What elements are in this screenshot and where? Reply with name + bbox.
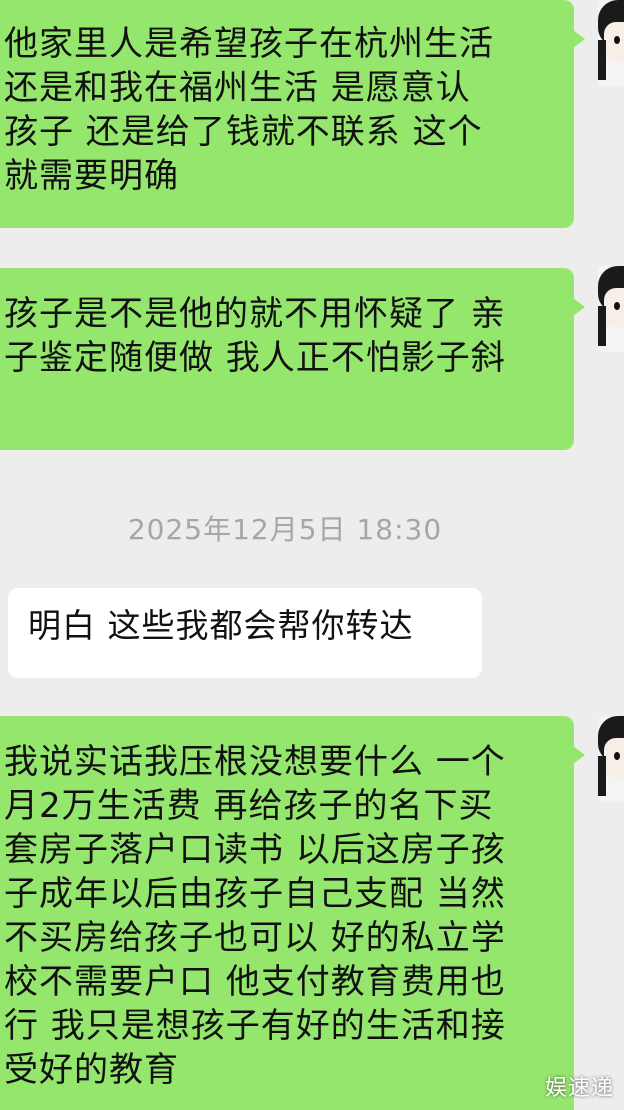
message-line: 校不需要户口 他支付教育费用也 <box>4 962 506 1002</box>
message-bubble-incoming[interactable]: 明白 这些我都会帮你转达 <box>8 588 482 678</box>
message-line: 就需要明确 <box>4 156 179 196</box>
avatar[interactable] <box>598 266 624 352</box>
message-line: 孩子 还是给了钱就不联系 这个 <box>4 112 483 152</box>
avatar[interactable] <box>598 0 624 86</box>
message-line: 我说实话我压根没想要什么 一个 <box>4 742 506 782</box>
message-line: 行 我只是想孩子有好的生活和接 <box>4 1006 506 1046</box>
message-line: 还是和我在福州生活 是愿意认 <box>4 68 471 108</box>
bubble-tail <box>573 746 585 764</box>
message-line: 子鉴定随便做 我人正不怕影子斜 <box>4 338 506 378</box>
message-line: 套房子落户口读书 以后这房子孩 <box>4 830 506 870</box>
message-bubble-outgoing[interactable]: 他家里人是希望孩子在杭州生活 还是和我在福州生活 是愿意认 孩子 还是给了钱就不… <box>0 0 585 228</box>
message-bubble-outgoing[interactable]: 我说实话我压根没想要什么 一个 月2万生活费 再给孩子的名下买 套房子落户口读书… <box>0 716 585 1110</box>
message-line: 受好的教育 <box>4 1050 179 1090</box>
message-line: 子成年以后由孩子自己支配 当然 <box>4 874 506 914</box>
watermark-logo: 娱速递 <box>544 1076 614 1101</box>
message-line: 不买房给孩子也可以 好的私立学 <box>4 918 506 958</box>
message-line: 明白 这些我都会帮你转达 <box>28 606 414 645</box>
message-line: 月2万生活费 再给孩子的名下买 <box>4 786 494 826</box>
message-bubble-outgoing[interactable]: 孩子是不是他的就不用怀疑了 亲 子鉴定随便做 我人正不怕影子斜 <box>0 268 585 450</box>
message-line: 他家里人是希望孩子在杭州生活 <box>4 24 494 64</box>
message-line: 孩子是不是他的就不用怀疑了 亲 <box>4 294 506 334</box>
bubble-tail <box>573 298 585 316</box>
avatar[interactable] <box>598 716 624 802</box>
message-timestamp: 2025年12月5日 18:30 <box>127 513 443 546</box>
bubble-tail <box>573 30 585 48</box>
